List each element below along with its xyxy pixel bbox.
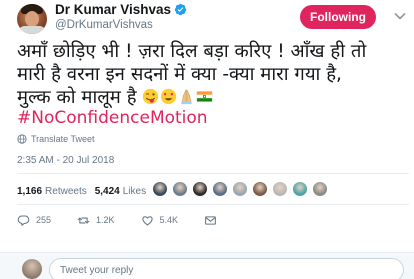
- liker-avatar[interactable]: [272, 181, 288, 197]
- liker-avatar[interactable]: [312, 181, 328, 197]
- author-name-row[interactable]: Dr Kumar Vishvas: [55, 2, 187, 17]
- current-user-avatar: [22, 259, 42, 279]
- likes-stat[interactable]: 5,424 Likes: [95, 186, 146, 197]
- avatar-face: [25, 11, 39, 27]
- liker-avatar[interactable]: [152, 181, 168, 197]
- liker-avatar[interactable]: [172, 181, 188, 197]
- tweet-text-line-3-row: मुल्क को मालूम है: [17, 86, 409, 109]
- reply-button[interactable]: 255: [17, 214, 51, 227]
- direct-message-button[interactable]: [204, 214, 217, 227]
- tweet-text-line-2: मारी है वरना इन सदनों में क्या -क्या मार…: [17, 64, 342, 85]
- retweet-count: 1.2K: [96, 215, 115, 225]
- translate-tweet[interactable]: Translate Tweet: [17, 134, 95, 144]
- following-button[interactable]: Following: [300, 5, 376, 29]
- liker-avatar[interactable]: [232, 181, 248, 197]
- divider: [17, 204, 409, 205]
- tweet-actions: 255 1.2K 5.4K: [17, 212, 217, 228]
- tweet-header: Dr Kumar Vishvas @DrKumarVishvas Followi…: [0, 0, 414, 36]
- india-flag-emoji: [197, 91, 213, 102]
- liker-avatars: [152, 181, 328, 197]
- tweet-text-line-1: अमाँ छोड़िए भी ! ज़रा दिल बड़ा करिए ! आँ…: [17, 41, 367, 62]
- retweet-button[interactable]: 1.2K: [77, 214, 115, 227]
- retweets-label: Retweets: [45, 185, 87, 197]
- author-name[interactable]: Dr Kumar Vishvas: [55, 2, 171, 17]
- liker-avatar[interactable]: [192, 181, 208, 197]
- globe-icon: [17, 134, 27, 144]
- tweet-text-line-3: मुल्क को मालूम है: [17, 87, 137, 108]
- liker-avatar[interactable]: [292, 181, 308, 197]
- tweet-timestamp[interactable]: 2:35 AM - 20 Jul 2018: [17, 155, 114, 166]
- translate-label[interactable]: Translate Tweet: [31, 134, 95, 144]
- chevron-down-icon[interactable]: [392, 8, 408, 24]
- hashtag-link[interactable]: #NoConfidenceMotion: [17, 108, 208, 128]
- reply-input[interactable]: [49, 258, 404, 279]
- heart-eyes-emoji: [161, 88, 177, 105]
- retweet-icon: [77, 217, 90, 223]
- author-avatar[interactable]: [17, 4, 47, 34]
- author-handle[interactable]: @DrKumarVishvas: [55, 19, 153, 31]
- tweet-stats: 1,166 Retweets 5,424 Likes: [17, 183, 146, 199]
- liker-avatar[interactable]: [252, 181, 268, 197]
- envelope-icon: [205, 215, 216, 225]
- tweet-text: अमाँ छोड़िए भी ! ज़रा दिल बड़ा करिए ! आँ…: [17, 40, 409, 109]
- heart-icon: [141, 215, 153, 225]
- likes-label: Likes: [122, 185, 147, 197]
- reply-icon: [17, 215, 30, 226]
- liker-avatar[interactable]: [212, 181, 228, 197]
- verified-badge-icon: [174, 3, 187, 16]
- divider: [17, 173, 409, 174]
- reply-count: 255: [36, 215, 52, 225]
- folded-hands-emoji: [181, 89, 193, 105]
- retweets-stat[interactable]: 1,166 Retweets: [17, 186, 87, 197]
- tweet-emojis: [142, 88, 213, 105]
- likes-count: 5,424: [94, 185, 120, 197]
- winking-face-tongue-emoji: [143, 88, 159, 105]
- avatar-shirt: [17, 26, 47, 34]
- retweets-count: 1,166: [17, 185, 43, 197]
- like-count: 5.4K: [159, 215, 179, 225]
- like-button[interactable]: 5.4K: [141, 214, 179, 227]
